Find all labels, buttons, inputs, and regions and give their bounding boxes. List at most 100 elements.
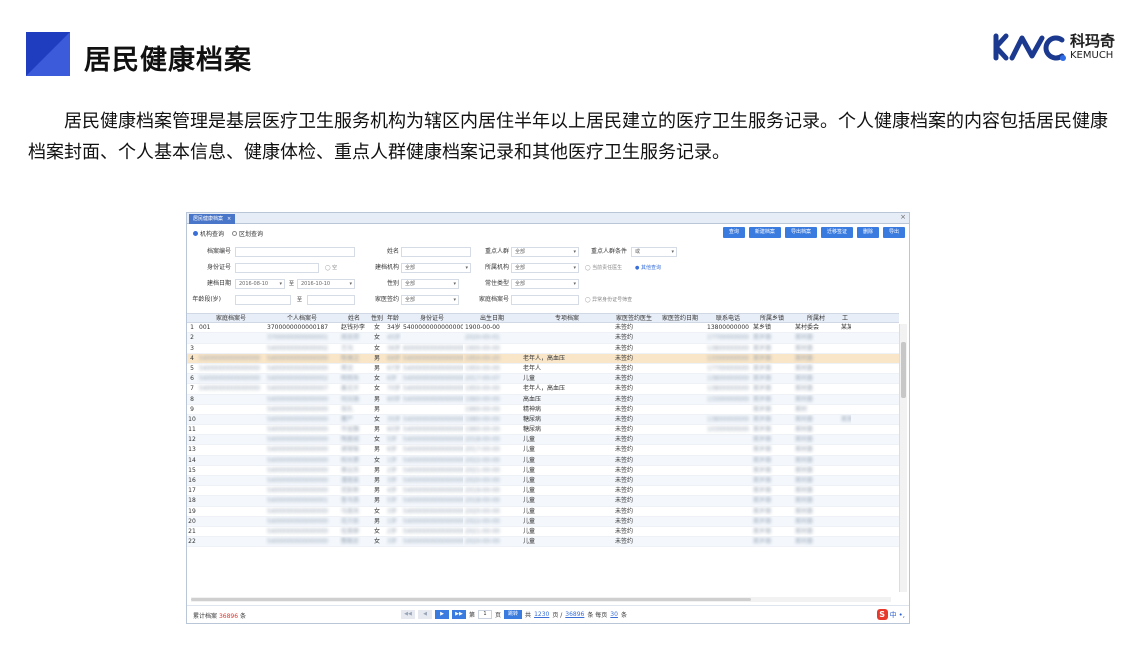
table-row[interactable]: 16 5400000000000000 潘葛奚 男 3岁 5400000000000000…	[187, 476, 899, 487]
column-header[interactable]: 专项档案	[521, 314, 613, 322]
table-cell: 13300000000	[707, 354, 749, 362]
column-header[interactable]: 联系电话	[705, 314, 751, 322]
prev-page-button[interactable]: ◀	[418, 610, 432, 619]
ime-indicator[interactable]: S 中 •,	[876, 609, 905, 620]
table-cell: 未签约	[615, 415, 634, 423]
table-cell: 2018-00-00	[465, 497, 500, 505]
table-cell: 女	[373, 334, 380, 342]
age-from-input[interactable]	[235, 295, 291, 305]
other-query-radio[interactable]: ● 其他查询	[635, 261, 661, 275]
tab-close-icon[interactable]: ×	[227, 216, 231, 222]
gender-select[interactable]: 全部	[401, 279, 459, 289]
table-cell: 儿童	[523, 375, 536, 383]
name-input[interactable]	[401, 247, 471, 257]
per-page-select[interactable]: 30	[610, 611, 618, 618]
go-page-button[interactable]: 跳转	[504, 610, 523, 619]
new-archive-button[interactable]: 新建档案	[748, 227, 781, 238]
table-row[interactable]: 12 5400000000000000 陶姜戚 女 5岁 5400000000000000…	[187, 435, 899, 446]
column-header[interactable]: 身份证号	[401, 314, 463, 322]
first-page-button[interactable]: ◀◀	[401, 610, 415, 619]
page-number-input[interactable]: 1	[478, 610, 493, 619]
key-group-select[interactable]: 全部	[511, 247, 579, 257]
table-row[interactable]: 6 5400000000000000 5400000000000002 韩杨朱 女 6岁 5…	[187, 374, 899, 385]
column-header[interactable]: 家庭档案号	[197, 314, 265, 322]
table-cell	[385, 405, 401, 414]
vertical-scrollbar[interactable]	[899, 324, 907, 592]
table-cell	[521, 323, 613, 332]
window-close-icon[interactable]: ×	[900, 213, 906, 221]
vertical-scroll-thumb[interactable]	[901, 342, 906, 398]
table-cell	[705, 537, 751, 546]
column-header[interactable]: 姓名	[339, 314, 369, 322]
table-cell: 16	[188, 477, 196, 484]
belong-org-select[interactable]: 全部	[511, 263, 579, 273]
table-row[interactable]: 7 5400000000000000 5400000000000007 秦尤许 女 70岁…	[187, 384, 899, 395]
table-cell: 540000000000000000	[403, 426, 463, 434]
column-header[interactable]: 个人档案号	[265, 314, 339, 322]
column-header[interactable]: 性别	[369, 314, 385, 322]
column-header[interactable]: 家医签约日期	[655, 314, 705, 322]
table-cell	[839, 405, 851, 414]
id-empty-checkbox[interactable]: ◯ 空	[325, 261, 337, 275]
table-row[interactable]: 18 5400000000000001 鲁韦昌 男 5岁 5400000000000000…	[187, 496, 899, 507]
table-row[interactable]: 2 3700000000000001 周吴郑 女 45岁 2020-00-01 未签约 177…	[187, 333, 899, 344]
table-cell: 5400000000000000	[267, 436, 329, 444]
radio-org-query[interactable]: 机构查询	[193, 229, 224, 238]
query-button[interactable]: 查询	[722, 227, 745, 238]
table-row[interactable]: 11 5400000000000000 华金魏 男 60岁 540000000000000…	[187, 425, 899, 436]
table-cell	[197, 456, 265, 465]
key-cond-select[interactable]: 或	[631, 247, 677, 257]
table-row[interactable]: 1 001 3700000000000187 赵钱孙李女 34岁 540000000000…	[187, 323, 899, 334]
table-row[interactable]: 22 5400000000000000 酆鲍史 女 3岁 5400000000000000…	[187, 537, 899, 548]
table-row[interactable]: 19 5400000000000000 马苗凤 女 3岁 5400000000000000…	[187, 507, 899, 517]
table-row[interactable]: 13 5400000000000000 谢邹喻 男 6岁 5400000000000000…	[187, 445, 899, 456]
org-select[interactable]: 全部	[401, 263, 471, 273]
column-header[interactable]	[187, 314, 197, 322]
table-cell: 1960-00-00	[465, 395, 500, 403]
date-to-input[interactable]: 2016-10-10	[297, 279, 355, 289]
resident-type-select[interactable]: 全部	[511, 279, 579, 289]
table-row[interactable]: 20 5400000000000000 花方俞 男 1岁 5400000000000000…	[187, 516, 899, 527]
horizontal-scrollbar[interactable]	[191, 597, 891, 602]
family-no-input[interactable]	[511, 295, 579, 305]
page-label: 第	[469, 612, 476, 619]
id-no-input[interactable]	[235, 263, 319, 273]
table-cell: 范彭郎	[341, 487, 360, 495]
table-row[interactable]: 5 5400000000000000 5400000000000000 蒋沈 男 67岁 5…	[187, 364, 899, 375]
table-cell: 某乡镇	[753, 456, 772, 464]
table-row[interactable]: 10 5400000000000000 曹严 女 35岁5400000000000000…	[187, 414, 899, 426]
archive-no-input[interactable]	[235, 247, 355, 257]
age-to-sep: 至	[297, 297, 303, 303]
table-cell	[655, 456, 705, 465]
last-page-button[interactable]: ▶▶	[452, 610, 466, 619]
family-sign-select[interactable]: 全部	[401, 295, 459, 305]
column-header[interactable]: 所属乡镇	[751, 314, 793, 322]
age-to-input[interactable]	[307, 295, 355, 305]
table-row[interactable]: 8 5400000000000000 何吕施 男 60岁5400000000000000…	[187, 394, 899, 405]
abnormal-id-checkbox[interactable]: ◯ 异常身份证号筛查	[585, 293, 632, 307]
column-header[interactable]: 家医签约医生	[613, 314, 655, 322]
table-row[interactable]: 21 5400000000000000 任袁柳 女 2岁 5400000000000000…	[187, 527, 899, 538]
column-header[interactable]: 所属村	[793, 314, 839, 322]
table-row[interactable]: 15 5400000000000000 章云苏 男 2岁 5400000000000000…	[187, 466, 899, 476]
next-page-button[interactable]: ▶	[435, 610, 449, 619]
table-row[interactable]: 14 5400000000000000 柏水窦 女 1岁 5400000000000000…	[187, 455, 899, 466]
export-button[interactable]: 导出	[882, 227, 905, 238]
table-row[interactable]: 17 5400000000000000 范彭郎 男 4岁 5400000000000000…	[187, 486, 899, 497]
table-cell: 13800000000	[707, 385, 749, 393]
delete-button[interactable]: 删除	[856, 227, 879, 238]
tab-health-records[interactable]: 居民健康档案 ×	[189, 214, 236, 224]
table-row[interactable]: 3 5400000000000002 王冯 女 36岁60000000000000000…	[187, 344, 899, 354]
date-from-input[interactable]: 2016-08-10	[235, 279, 285, 289]
column-header[interactable]: 出生日期	[463, 314, 521, 322]
radio-region-query[interactable]: 区划查询	[232, 229, 263, 238]
export-archive-button[interactable]: 导出档案	[784, 227, 817, 238]
migrate-button[interactable]: 迁移签证	[820, 227, 853, 238]
column-header[interactable]: 年龄	[385, 314, 401, 322]
horizontal-scroll-thumb[interactable]	[191, 598, 751, 601]
current-doctor-radio[interactable]: ◯ 当前责任医生	[585, 261, 622, 275]
table-row[interactable]: 4 5400000000000000 5400000000000000 陈褚卫 男 69岁…	[187, 353, 899, 364]
table-row[interactable]: 9 5400000000000000 张孔 男 1960-00-00 精神病 未签约 某乡镇 某…	[187, 405, 899, 415]
column-header[interactable]: 工	[839, 314, 851, 322]
table-cell: 35岁	[387, 415, 401, 423]
